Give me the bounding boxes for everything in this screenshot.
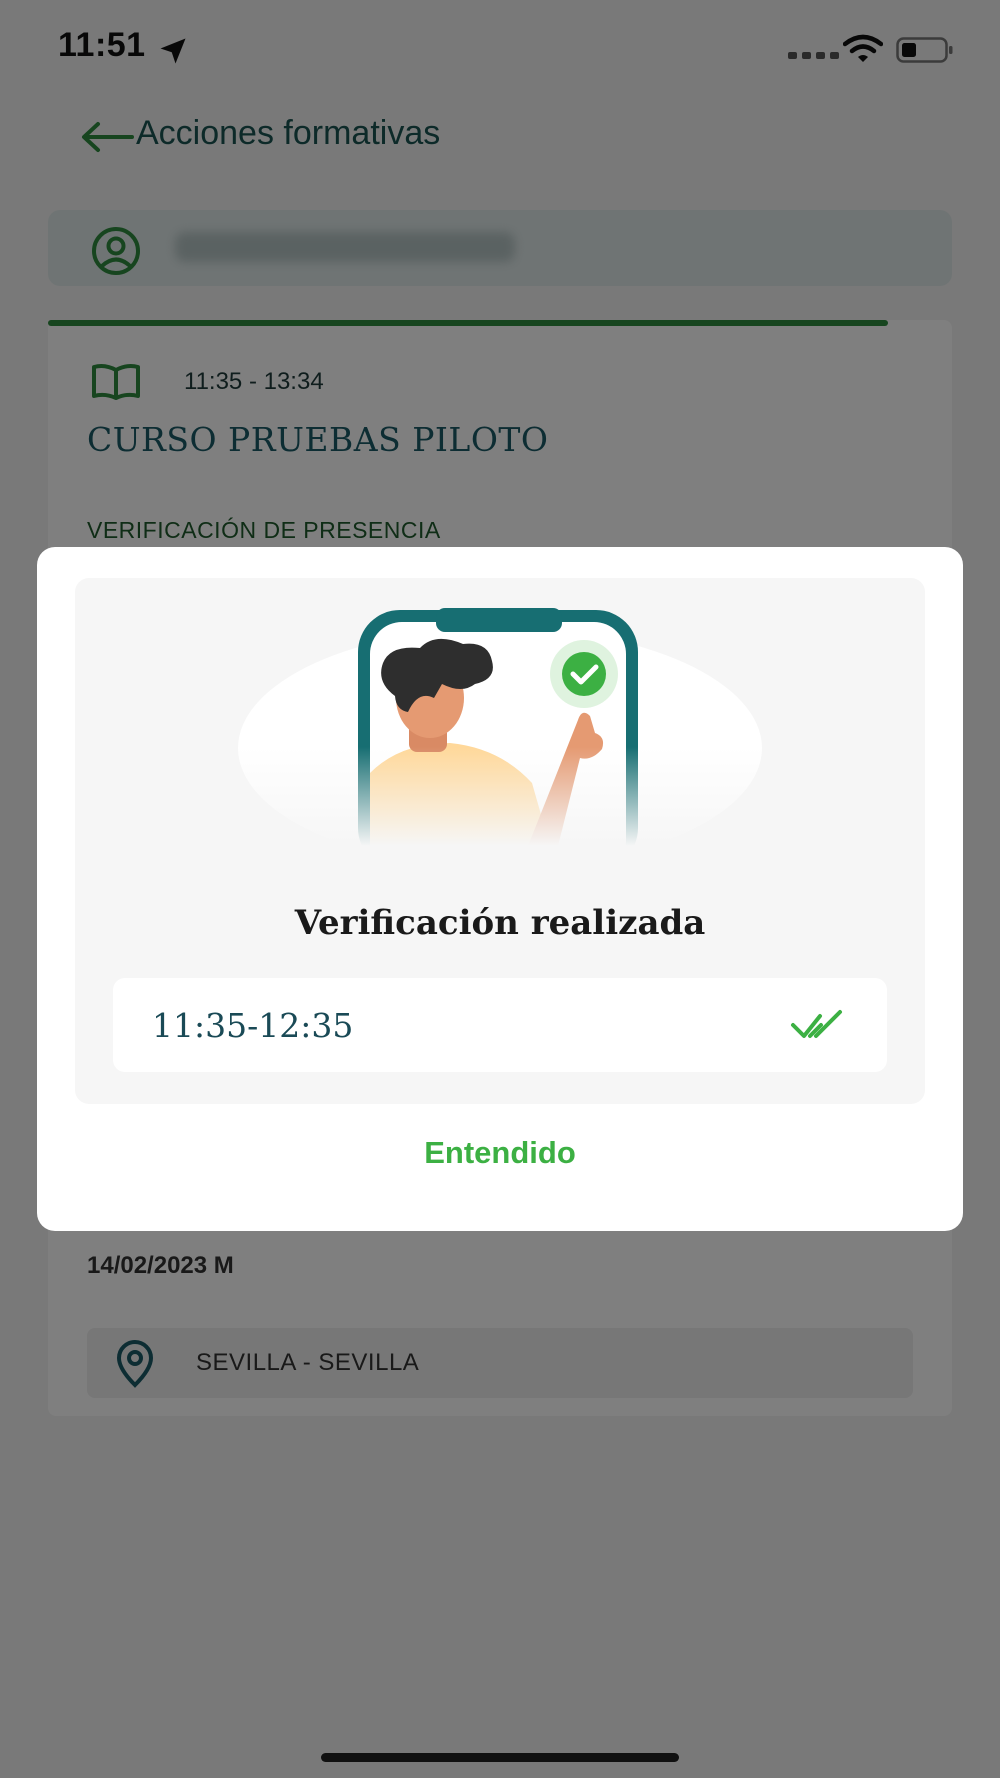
home-indicator[interactable] xyxy=(321,1753,679,1762)
verified-slot-time: 11:35-12:35 xyxy=(152,1006,354,1045)
person-pointing-at-phone-with-check-icon xyxy=(220,598,780,846)
modal-title: Verificación realizada xyxy=(294,903,706,943)
confirm-button[interactable]: Entendido xyxy=(300,1128,700,1178)
double-check-icon xyxy=(791,1010,842,1038)
